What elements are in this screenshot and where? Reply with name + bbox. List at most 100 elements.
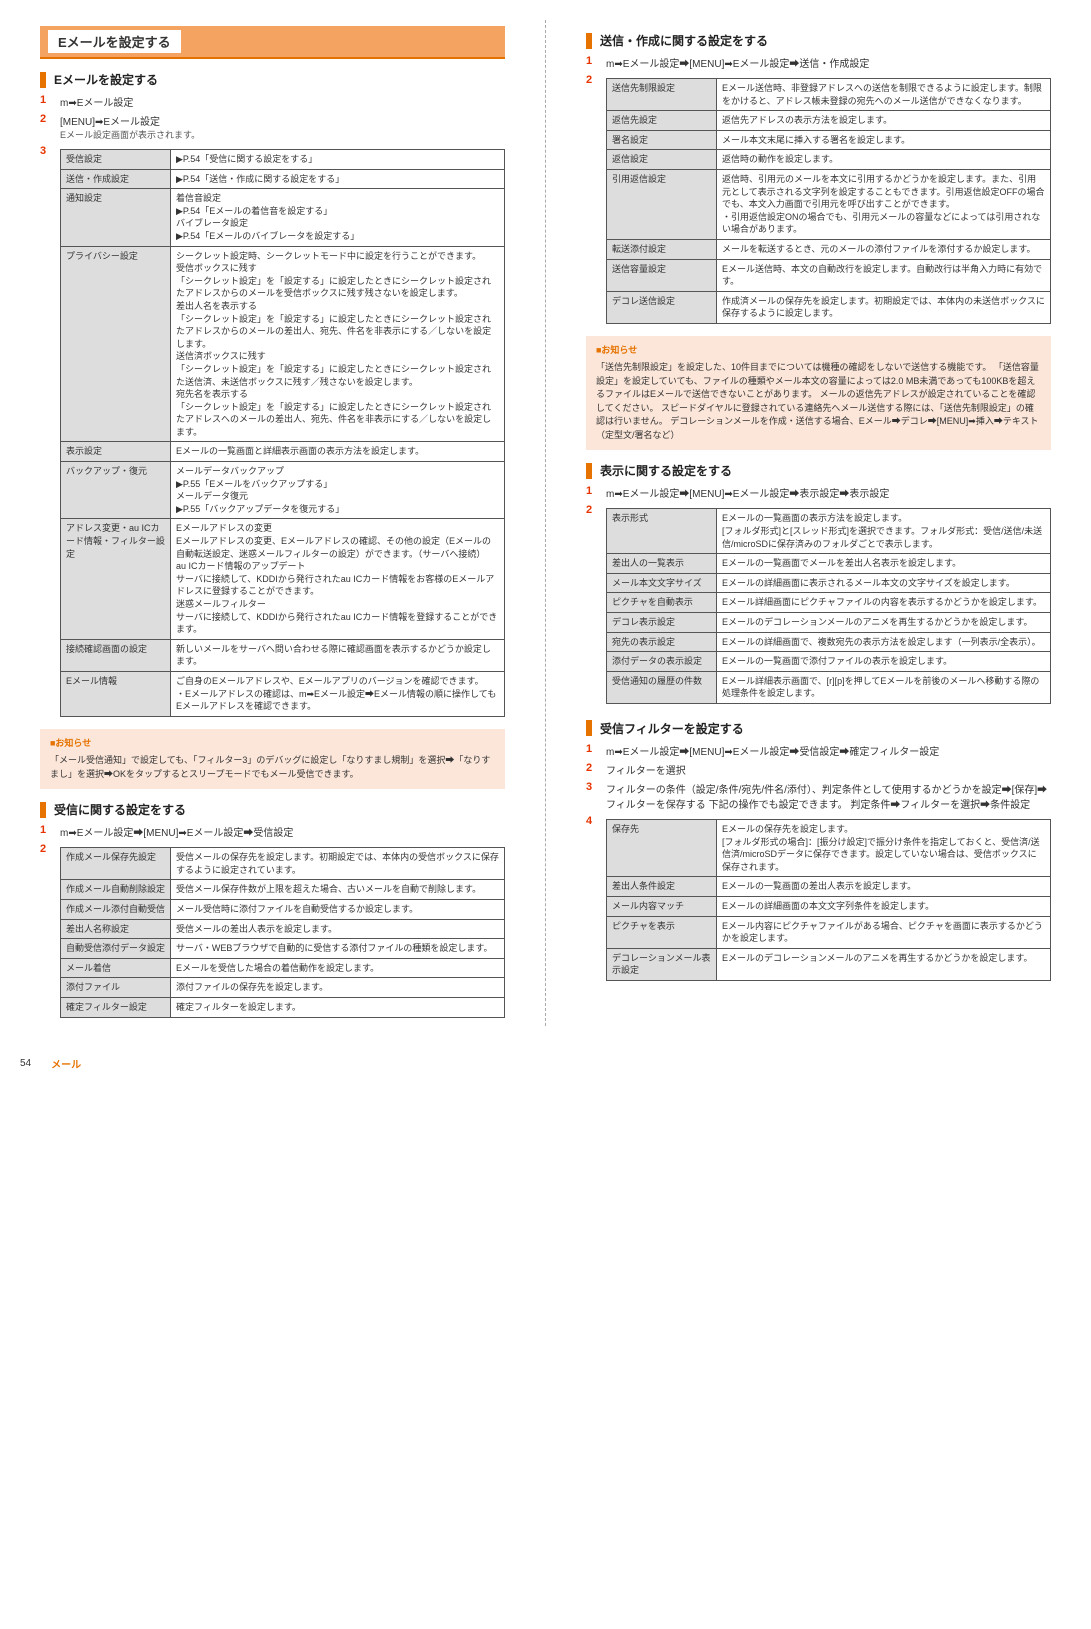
sub-title: 送信・作成に関する設定をする xyxy=(600,32,768,49)
setting-value: Eメールのデコレーションメールのアニメを再生するかどうかを設定します。 xyxy=(717,948,1051,980)
setting-value: Eメール送信時、非登録アドレスへの送信を制限できるように設定します。制限をかける… xyxy=(717,79,1051,111)
note-head: ■お知らせ xyxy=(50,737,495,751)
table-row: 返信設定返信時の動作を設定します。 xyxy=(607,150,1051,170)
table-row: デコレ送信設定作成済メールの保存先を設定します。初期設定では、本体内の未送信ボッ… xyxy=(607,291,1051,323)
step-row: 2 作成メール保存先設定受信メールの保存先を設定します。初期設定では、本体内の受… xyxy=(40,843,505,1021)
setting-key: 宛先の表示設定 xyxy=(607,632,717,652)
setting-key: プライバシー設定 xyxy=(61,246,171,442)
page-number: 54 xyxy=(20,1058,31,1069)
step-row: 1 m➡Eメール設定➡[MENU]➡Eメール設定➡受信設定➡確定フィルター設定 xyxy=(586,743,1051,758)
setting-value: Eメールの一覧画面の差出人表示を設定します。 xyxy=(717,877,1051,897)
setting-value: Eメールの詳細画面の本文文字列条件を設定します。 xyxy=(717,896,1051,916)
setting-key: 添付データの表示設定 xyxy=(607,652,717,672)
step-row: 1 m➡Eメール設定➡[MENU]➡Eメール設定➡送信・作成設定 xyxy=(586,55,1051,70)
setting-value: ▶P.54「受信に関する設定をする」 xyxy=(171,150,505,170)
table-row: 転送添付設定メールを転送するとき、元のメールの添付ファイルを添付するか設定します… xyxy=(607,239,1051,259)
step-number: 1 xyxy=(586,743,598,755)
setting-key: 差出人条件設定 xyxy=(607,877,717,897)
setting-key: ピクチャを表示 xyxy=(607,916,717,948)
sub-title: Eメールを設定する xyxy=(54,71,158,88)
table-row: 送信・作成設定▶P.54「送信・作成に関する設定をする」 xyxy=(61,169,505,189)
table-row: 宛先の表示設定Eメールの詳細画面で、複数宛先の表示方法を設定します（一列表示/全… xyxy=(607,632,1051,652)
setting-value: Eメールの一覧画面でメールを差出人名表示を設定します。 xyxy=(717,554,1051,574)
table-row: デコレ表示設定Eメールのデコレーションメールのアニメを再生するかどうかを設定しま… xyxy=(607,612,1051,632)
setting-value: メールを転送するとき、元のメールの添付ファイルを添付するか設定します。 xyxy=(717,239,1051,259)
footer-label: メール xyxy=(51,1056,81,1071)
table-row: 返信先設定返信先アドレスの表示方法を設定します。 xyxy=(607,111,1051,131)
setting-key: 受信設定 xyxy=(61,150,171,170)
setting-key: 送信・作成設定 xyxy=(61,169,171,189)
setting-value: メール受信時に添付ファイルを自動受信するか設定します。 xyxy=(171,900,505,920)
table-row: 接続確認画面の設定新しいメールをサーバへ問い合わせる際に確認画面を表示するかどう… xyxy=(61,639,505,671)
sub-heading: 受信に関する設定をする xyxy=(40,801,505,818)
note-body: 「メール受信通知」で設定しても、「フィルター3」のデバッグに設定し「なりすまし規… xyxy=(50,754,495,781)
table-row: メール着信Eメールを受信した場合の着信動作を設定します。 xyxy=(61,958,505,978)
band-title: Eメールを設定する xyxy=(48,30,181,53)
settings-table: 表示形式Eメールの一覧画面の表示方法を設定します。 [フォルダ形式]と[スレッド… xyxy=(606,508,1051,704)
step-number: 2 xyxy=(586,762,598,774)
table-row: 差出人条件設定Eメールの一覧画面の差出人表示を設定します。 xyxy=(607,877,1051,897)
step-text: m➡Eメール設定➡[MENU]➡Eメール設定➡表示設定➡表示設定 xyxy=(606,485,1051,500)
table-row: 作成メール保存先設定受信メールの保存先を設定します。初期設定では、本体内の受信ボ… xyxy=(61,848,505,880)
step-text: m➡Eメール設定➡[MENU]➡Eメール設定➡送信・作成設定 xyxy=(606,55,1051,70)
step-number: 1 xyxy=(586,485,598,497)
table-row: ピクチャを表示Eメール内容にピクチャファイルがある場合、ピクチャを画面に表示する… xyxy=(607,916,1051,948)
step-table: 受信設定▶P.54「受信に関する設定をする」送信・作成設定▶P.54「送信・作成… xyxy=(60,145,505,721)
setting-key: 表示設定 xyxy=(61,442,171,462)
step-number: 1 xyxy=(40,824,52,836)
setting-value: ▶P.54「送信・作成に関する設定をする」 xyxy=(171,169,505,189)
setting-value: Eメール詳細画面にピクチャファイルの内容を表示するかどうかを設定します。 xyxy=(717,593,1051,613)
setting-value: 返信先アドレスの表示方法を設定します。 xyxy=(717,111,1051,131)
setting-value: Eメールを受信した場合の着信動作を設定します。 xyxy=(171,958,505,978)
column-divider xyxy=(545,20,546,1026)
setting-key: 転送添付設定 xyxy=(607,239,717,259)
setting-value: 受信メールの保存先を設定します。初期設定では、本体内の受信ボックスに保存するよう… xyxy=(171,848,505,880)
table-row: 受信通知の履歴の件数Eメール詳細表示画面で、[r][p]を押してEメールを前後の… xyxy=(607,671,1051,703)
setting-key: アドレス変更・au ICカード情報・フィルター設定 xyxy=(61,519,171,639)
step-text: フィルターの条件（設定/条件/宛先/件名/添付）、判定条件として使用するかどうか… xyxy=(606,781,1051,811)
setting-key: 引用返信設定 xyxy=(607,169,717,239)
bar-icon xyxy=(40,802,46,818)
sub-title: 表示に関する設定をする xyxy=(600,462,732,479)
table-row: 添付データの表示設定Eメールの一覧画面で添付ファイルの表示を設定します。 xyxy=(607,652,1051,672)
table-row: 保存先Eメールの保存先を設定します。 [フォルダ形式の場合]：[振分け設定]で振… xyxy=(607,819,1051,876)
step-text: m➡Eメール設定➡[MENU]➡Eメール設定➡受信設定➡確定フィルター設定 xyxy=(606,743,1051,758)
table-row: メール内容マッチEメールの詳細画面の本文文字列条件を設定します。 xyxy=(607,896,1051,916)
step-row: 1 m➡Eメール設定➡[MENU]➡Eメール設定➡受信設定 xyxy=(40,824,505,839)
step-number: 2 xyxy=(40,113,52,125)
setting-value: 受信メールの差出人表示を設定します。 xyxy=(171,919,505,939)
step-row: 2 表示形式Eメールの一覧画面の表示方法を設定します。 [フォルダ形式]と[スレ… xyxy=(586,504,1051,708)
step-text: [MENU]➡Eメール設定 Eメール設定画面が表示されます。 xyxy=(60,113,505,141)
table-row: デコレーションメール表示設定Eメールのデコレーションメールのアニメを再生するかど… xyxy=(607,948,1051,980)
step-row: 3 フィルターの条件（設定/条件/宛先/件名/添付）、判定条件として使用するかど… xyxy=(586,781,1051,811)
setting-key: 通知設定 xyxy=(61,189,171,246)
note-box: ■お知らせ 「送信先制限設定」を設定した、10件目までについては機種の確認をしな… xyxy=(586,336,1051,451)
sub-heading: 送信・作成に関する設定をする xyxy=(586,32,1051,49)
table-row: 確定フィルター設定確定フィルターを設定します。 xyxy=(61,998,505,1018)
setting-key: メール内容マッチ xyxy=(607,896,717,916)
step-row: 2 送信先制限設定Eメール送信時、非登録アドレスへの送信を制限できるように設定し… xyxy=(586,74,1051,328)
setting-key: デコレ表示設定 xyxy=(607,612,717,632)
table-row: 署名設定メール本文末尾に挿入する署名を設定します。 xyxy=(607,130,1051,150)
table-row: 表示設定Eメールの一覧画面と詳細表示画面の表示方法を設定します。 xyxy=(61,442,505,462)
table-row: 送信容量設定Eメール送信時、本文の自動改行を設定します。自動改行は半角入力時に有… xyxy=(607,259,1051,291)
step-number: 4 xyxy=(586,815,598,827)
setting-key: メール本文文字サイズ xyxy=(607,573,717,593)
table-row: 送信先制限設定Eメール送信時、非登録アドレスへの送信を制限できるように設定します… xyxy=(607,79,1051,111)
table-row: プライバシー設定シークレット設定時、シークレットモード中に設定を行うことができま… xyxy=(61,246,505,442)
setting-key: 接続確認画面の設定 xyxy=(61,639,171,671)
bar-icon xyxy=(586,720,592,736)
note-box: ■お知らせ 「メール受信通知」で設定しても、「フィルター3」のデバッグに設定し「… xyxy=(40,729,505,790)
bar-icon xyxy=(40,72,46,88)
setting-key: 表示形式 xyxy=(607,509,717,554)
table-row: 差出人の一覧表示Eメールの一覧画面でメールを差出人名表示を設定します。 xyxy=(607,554,1051,574)
sub-title: 受信フィルターを設定する xyxy=(600,720,744,737)
table-row: 作成メール添付自動受信メール受信時に添付ファイルを自動受信するか設定します。 xyxy=(61,900,505,920)
settings-table: 保存先Eメールの保存先を設定します。 [フォルダ形式の場合]：[振分け設定]で振… xyxy=(606,819,1051,981)
step-row: 4 保存先Eメールの保存先を設定します。 [フォルダ形式の場合]：[振分け設定]… xyxy=(586,815,1051,985)
table-row: Eメール情報ご自身のEメールアドレスや、Eメールアプリのバージョンを確認できます… xyxy=(61,671,505,716)
table-row: 通知設定着信音設定 ▶P.54「Eメールの着信音を設定する」 バイブレータ設定 … xyxy=(61,189,505,246)
table-row: 自動受信添付データ設定サーバ・WEBブラウザで自動的に受信する添付ファイルの種類… xyxy=(61,939,505,959)
setting-value: メール本文末尾に挿入する署名を設定します。 xyxy=(717,130,1051,150)
table-row: バックアップ・復元メールデータバックアップ ▶P.55「Eメールをバックアップす… xyxy=(61,462,505,519)
